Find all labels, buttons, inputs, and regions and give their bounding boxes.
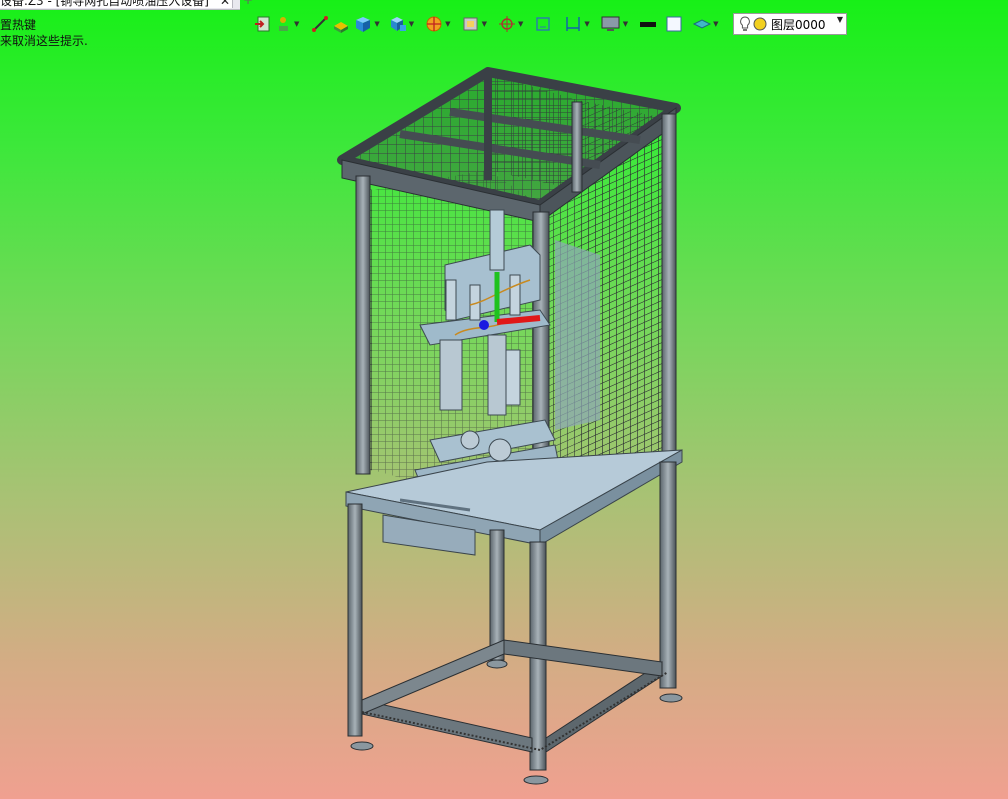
frame-icon[interactable] — [532, 13, 554, 35]
cube-icon[interactable]: ▼ — [352, 13, 380, 35]
display-icon[interactable]: ▼ — [599, 13, 629, 35]
machine-model — [337, 67, 683, 785]
solid-icon[interactable]: ▼ — [387, 13, 415, 35]
sphere-icon[interactable]: ▼ — [423, 13, 451, 35]
line-icon[interactable] — [310, 13, 330, 35]
layer-name: 图层0000 — [771, 17, 826, 32]
datum-icon[interactable]: ▼ — [496, 13, 524, 35]
extrude-icon[interactable] — [330, 13, 352, 35]
shell-icon[interactable]: ▼ — [460, 13, 488, 35]
layer-dropdown[interactable]: 图层0000 ▼ — [733, 13, 847, 35]
layer-color-icon — [753, 17, 767, 31]
hint-line-1: 置热键 — [0, 18, 37, 32]
new-tab-button[interactable]: + — [243, 0, 253, 7]
layer-shape-icon[interactable]: ▼ — [691, 13, 719, 35]
dimension-icon[interactable]: ▼ — [562, 13, 590, 35]
3d-viewport[interactable] — [0, 40, 1008, 799]
black-color-icon[interactable] — [637, 13, 659, 35]
document-tab[interactable]: 设备.Z3 - [铜导网孔自动喷油压入设备] ✕ — [0, 0, 233, 8]
white-color-icon[interactable] — [663, 13, 685, 35]
document-tab-bar: 设备.Z3 - [铜导网孔自动喷油压入设备] ✕ — [0, 0, 240, 10]
document-tab-title: 设备.Z3 - [铜导网孔自动喷油压入设备] — [0, 0, 209, 8]
point-icon[interactable]: ▼ — [274, 13, 300, 35]
chevron-down-icon[interactable]: ▼ — [837, 15, 843, 24]
exit-sketch-icon[interactable] — [252, 13, 274, 35]
close-tab-icon[interactable]: ✕ — [220, 0, 230, 8]
lightbulb-icon[interactable] — [738, 15, 752, 33]
toolbar: ▼ ▼ ▼ ▼ ▼ ▼ ▼ ▼ ▼ — [252, 13, 720, 35]
